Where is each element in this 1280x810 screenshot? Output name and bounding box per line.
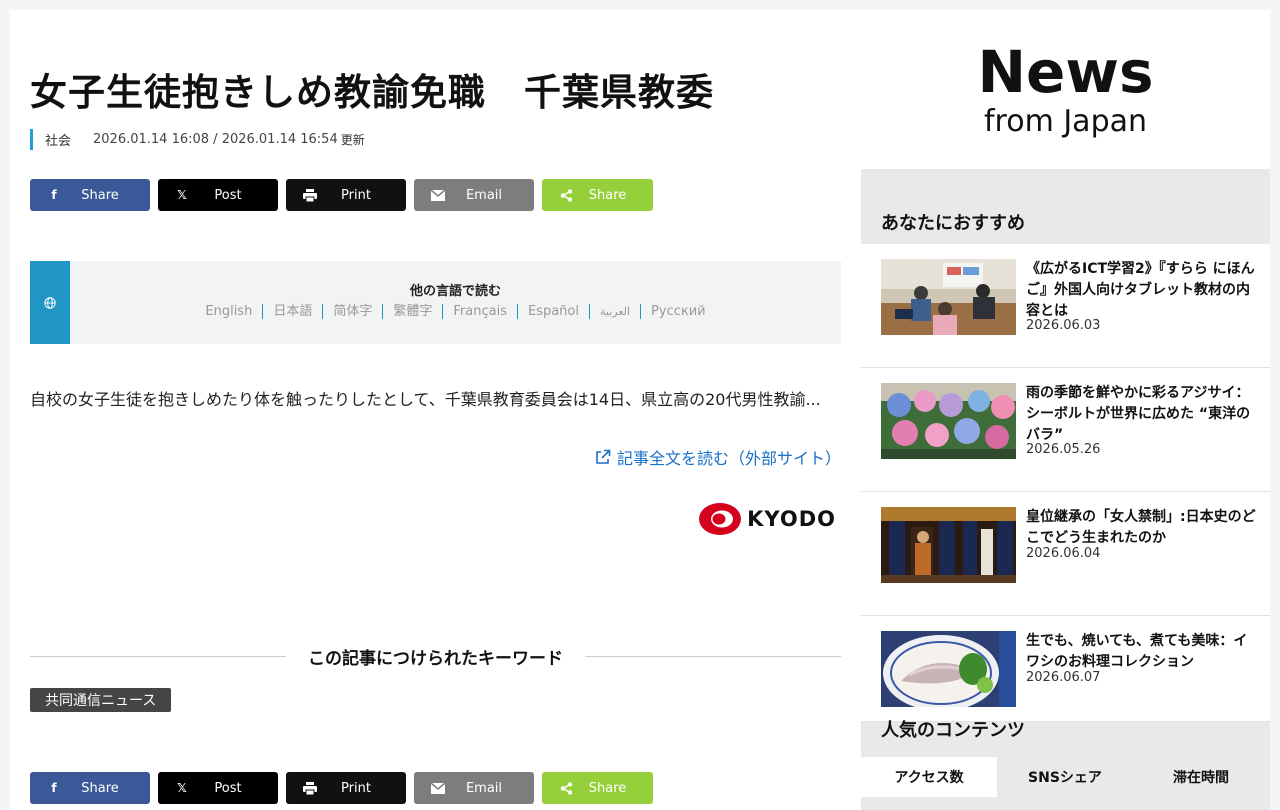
article-body: 自校の女子生徒を抱きしめたり体を触ったりしたとして、千葉県教育委員会は14日、県…	[30, 390, 821, 409]
share-bar-bottom: f Share 𝕏 Post Print Email Share	[30, 772, 661, 804]
share-label: Share	[588, 187, 627, 203]
article-meta: 社会 2026.01.14 16:08 / 2026.01.14 16:54 更…	[30, 129, 365, 150]
globe-icon	[30, 261, 70, 344]
page: 女子生徒抱きしめ教諭免職 千葉県教委 社会 2026.01.14 16:08 /…	[10, 10, 1270, 810]
recommended-thumbnail	[881, 259, 1016, 335]
tab-sns-share[interactable]: SNSシェア	[997, 757, 1133, 797]
language-title: 他の言語で読む	[409, 284, 501, 299]
facebook-share-button[interactable]: f Share	[30, 772, 150, 804]
x-post-button[interactable]: 𝕏 Post	[158, 179, 278, 211]
recommended-item[interactable]: 雨の季節を鮮やかに彩るアジサイ：シーボルトが世界に広めた “東洋のバラ” 202…	[861, 368, 1270, 492]
read-full-article-label: 記事全文を読む（外部サイト）	[616, 449, 841, 468]
kyodo-logo: KYODO	[699, 503, 836, 535]
print-button[interactable]: Print	[286, 772, 406, 804]
language-list: English 日本語 简体字 繁體字 Français Español الع…	[70, 304, 841, 319]
recommended-item[interactable]: 《広がるICT学習2》『すらら にほんご』外国人向けタブレット教材の内容とは 2…	[861, 244, 1270, 368]
recommended-title: あなたにおすすめ	[881, 213, 1025, 234]
recommended-item-date: 2026.06.07	[1026, 670, 1101, 685]
recommended-item-title: 《広がるICT学習2》『すらら にほんご』外国人向けタブレット教材の内容とは	[1026, 261, 1255, 319]
recommended-thumbnail	[881, 507, 1016, 583]
facebook-share-label: Share	[81, 187, 119, 203]
sidebar: News from Japan あなたにおすすめ 《広がるICT学習2》『すらら…	[861, 10, 1270, 810]
tab-dwell-time[interactable]: 滞在時間	[1133, 757, 1269, 797]
email-label: Email	[465, 780, 503, 796]
popular-content-title: 人気のコンテンツ	[881, 720, 1025, 741]
popular-tabs: アクセス数 SNSシェア 滞在時間	[861, 757, 1270, 797]
brand-line-from-japan: from Japan	[983, 104, 1148, 139]
external-link-icon	[596, 449, 611, 464]
x-post-button[interactable]: 𝕏 Post	[158, 772, 278, 804]
heading-rule-right	[585, 656, 841, 657]
recommended-item[interactable]: 生でも、焼いても、煮ても美味：イワシのお料理コレクション 2026.06.07	[861, 616, 1270, 722]
language-link-arabic[interactable]: العربية	[588, 304, 640, 319]
x-post-label: Post	[214, 187, 242, 203]
recommended-list: 《広がるICT学習2》『すらら にほんご』外国人向けタブレット教材の内容とは 2…	[861, 244, 1270, 722]
generic-share-button[interactable]: Share	[542, 772, 653, 804]
language-link-spanish[interactable]: Español	[516, 304, 589, 319]
article-headline: 女子生徒抱きしめ教諭免職 千葉県教委	[30, 71, 714, 114]
print-label: Print	[341, 780, 371, 796]
read-full-article-link[interactable]: 記事全文を読む（外部サイト）	[595, 445, 841, 469]
facebook-share-label: Share	[81, 780, 119, 796]
language-switcher: 他の言語で読む English 日本語 简体字 繁體字 Français Esp…	[30, 261, 841, 344]
recommended-item-date: 2026.06.04	[1026, 546, 1101, 561]
tab-access-count[interactable]: アクセス数	[861, 757, 997, 797]
article-dates: 2026.01.14 16:08 / 2026.01.14 16:54	[93, 132, 338, 147]
generic-share-button[interactable]: Share	[542, 179, 653, 211]
language-link-traditional-chinese[interactable]: 繁體字	[382, 304, 442, 319]
keywords-heading: この記事につけられたキーワード	[30, 644, 841, 669]
recommended-item[interactable]: 皇位継承の「女人禁制」:日本史のどこでどう生まれたのか 2026.06.04	[861, 492, 1270, 616]
email-button[interactable]: Email	[414, 772, 534, 804]
language-link-russian[interactable]: Русский	[640, 304, 716, 319]
language-link-japanese[interactable]: 日本語	[262, 304, 322, 319]
kyodo-wordmark: KYODO	[747, 507, 836, 531]
recommended-item-title: 皇位継承の「女人禁制」:日本史のどこでどう生まれたのか	[1026, 509, 1256, 546]
updated-label: 更新	[340, 133, 365, 147]
kyodo-mark-icon	[699, 503, 742, 535]
recommended-item-title: 生でも、焼いても、煮ても美味：イワシのお料理コレクション	[1026, 633, 1248, 670]
recommended-item-title: 雨の季節を鮮やかに彩るアジサイ：シーボルトが世界に広めた “東洋のバラ”	[1026, 385, 1251, 443]
recommended-item-date: 2026.05.26	[1026, 442, 1101, 457]
category-label[interactable]: 社会	[45, 130, 71, 149]
recommended-thumbnail	[881, 383, 1016, 459]
recommended-thumbnail	[881, 631, 1016, 707]
brand-line-news: News	[977, 38, 1154, 106]
facebook-share-button[interactable]: f Share	[30, 179, 150, 211]
language-link-simplified-chinese[interactable]: 简体字	[322, 304, 382, 319]
language-link-english[interactable]: English	[195, 304, 262, 319]
recommended-item-date: 2026.06.03	[1026, 318, 1101, 333]
share-bar-top: f Share 𝕏 Post Print Email Share	[30, 179, 661, 211]
print-button[interactable]: Print	[286, 179, 406, 211]
email-button[interactable]: Email	[414, 179, 534, 211]
x-post-label: Post	[214, 780, 242, 796]
keyword-tag[interactable]: 共同通信ニュース	[30, 688, 172, 712]
share-label: Share	[588, 780, 627, 796]
site-brand-logo[interactable]: News from Japan	[861, 10, 1270, 169]
email-label: Email	[465, 187, 503, 203]
language-link-french[interactable]: Français	[442, 304, 517, 319]
print-label: Print	[341, 187, 371, 203]
